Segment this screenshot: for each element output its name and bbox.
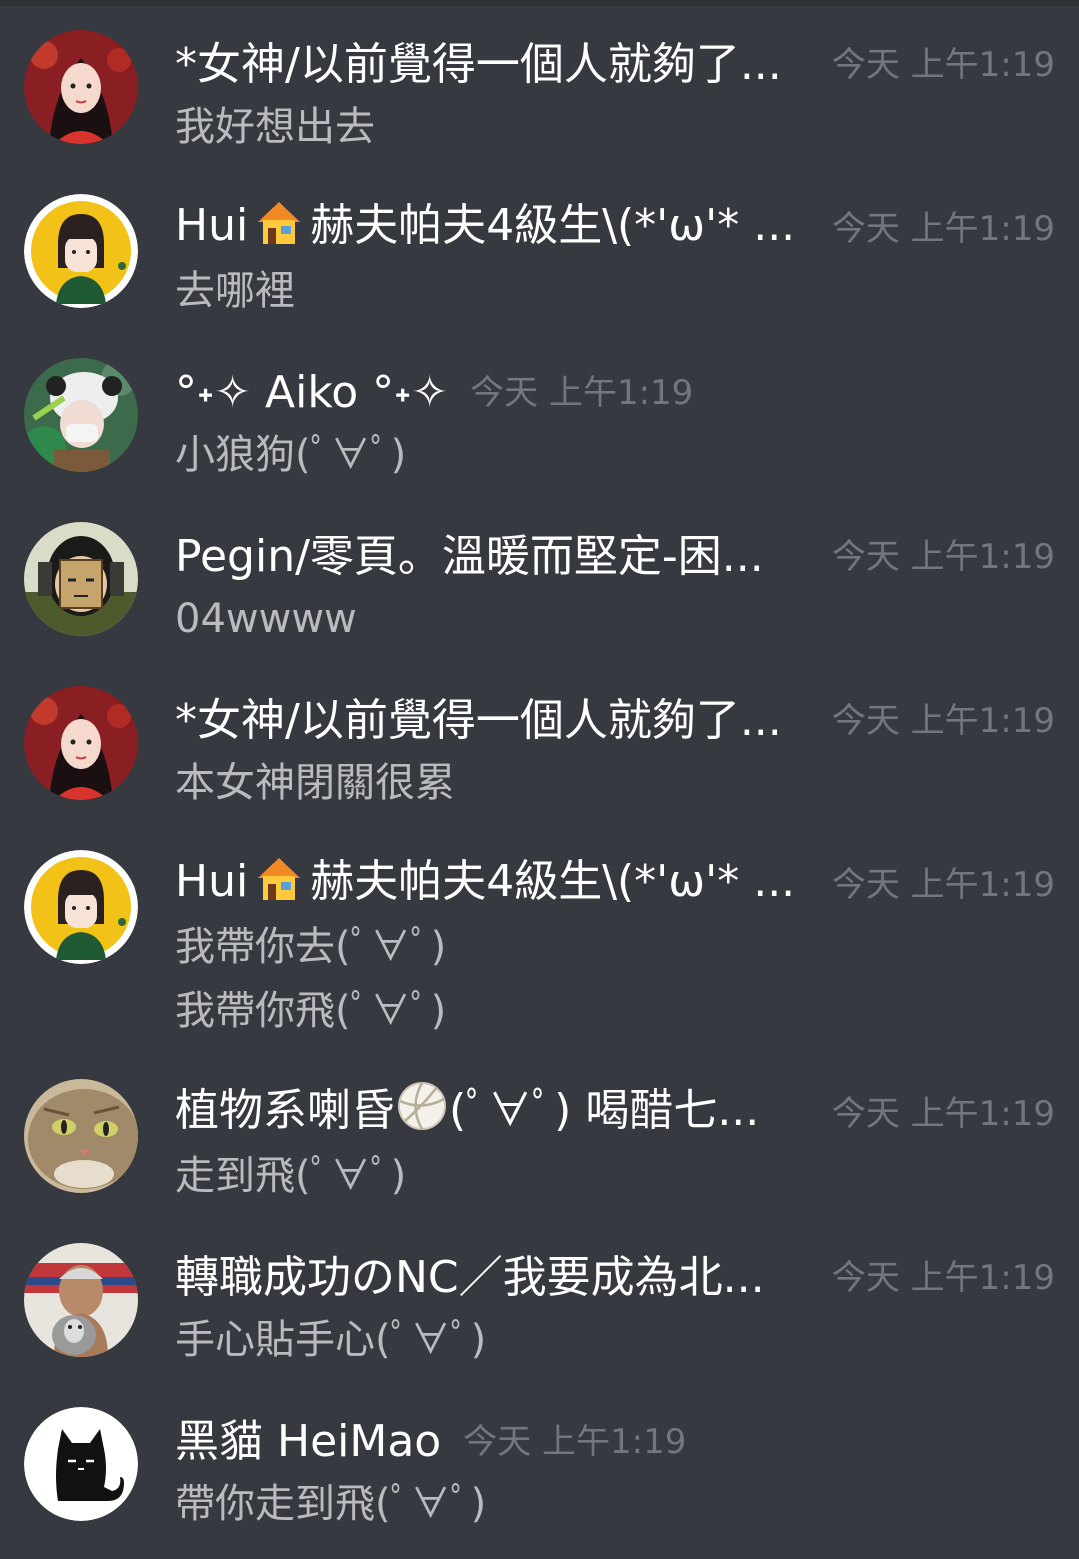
author-name-suffix: (ﾟ∀ﾟ) 喝醋七... [449,1085,760,1136]
author-name[interactable]: *女神/以前覺得一個人就夠了... [175,33,831,97]
timestamp: 今天 上午1:19 [831,701,1055,741]
message-text: 我好想出去 [175,104,375,150]
author-name[interactable]: Pegin/零頁。溫暖而堅定-困... [175,525,831,589]
message-text: 04wwww [175,596,357,642]
timestamp: 今天 上午1:19 [463,1422,687,1462]
message-text: 我帶你飛(ﾟ∀ﾟ) [175,988,447,1034]
avatar[interactable] [24,194,138,308]
message-text: 我帶你去(ﾟ∀ﾟ) [175,924,447,970]
message-text: 小狼狗(ﾟ∀ﾟ) [175,432,407,478]
message-text: 走到飛(ﾟ∀ﾟ) [175,1153,407,1199]
top-divider [0,0,1079,6]
author-name-suffix: 赫夫帕夫4級生\(*'ω'* ... [310,200,796,251]
author-name[interactable]: *女神/以前覺得一個人就夠了... [175,689,831,753]
author-name[interactable]: Hui 赫夫帕夫4級生\(*'ω'* ... [175,850,831,920]
author-name[interactable]: 黑貓 HeiMao [175,1410,441,1474]
avatar[interactable] [24,522,138,636]
timestamp: 今天 上午1:19 [831,537,1055,577]
avatar[interactable] [24,30,138,144]
avatar[interactable] [24,686,138,800]
timestamp: 今天 上午1:19 [831,209,1055,249]
author-name-prefix: Hui [175,200,249,251]
timestamp: 今天 上午1:19 [470,373,694,413]
volleyball-emoji-icon [397,1081,447,1149]
author-name[interactable]: Hui 赫夫帕夫4級生\(*'ω'* ... [175,194,831,264]
author-name-prefix: 植物系喇昏 [175,1085,395,1136]
message-text: 去哪裡 [175,268,295,314]
chat-message-list: *女神/以前覺得一個人就夠了... 今天 上午1:19 我好想出去 Hui 赫夫… [0,0,1079,1559]
timestamp: 今天 上午1:19 [831,45,1055,85]
timestamp: 今天 上午1:19 [831,1258,1055,1298]
author-name[interactable]: °˖✧ Aiko °˖✧ [175,361,448,425]
avatar[interactable] [24,850,138,964]
message-text: 本女神閉關很累 [175,760,455,806]
avatar[interactable] [24,358,138,472]
author-name-prefix: Hui [175,856,249,907]
author-name-suffix: 赫夫帕夫4級生\(*'ω'* ... [310,856,796,907]
house-emoji-icon [254,198,304,264]
house-emoji-icon [254,854,304,920]
author-name[interactable]: 轉職成功のNC／我要成為北... [175,1246,831,1310]
timestamp: 今天 上午1:19 [831,1094,1055,1134]
avatar[interactable] [24,1079,138,1193]
timestamp: 今天 上午1:19 [831,865,1055,905]
author-name[interactable]: 植物系喇昏 (ﾟ∀ﾟ) 喝醋七... [175,1079,831,1149]
avatar[interactable] [24,1407,138,1521]
message-text: 手心貼手心(ﾟ∀ﾟ) [175,1317,487,1363]
avatar[interactable] [24,1243,138,1357]
message-text: 帶你走到飛(ﾟ∀ﾟ) [175,1481,487,1527]
